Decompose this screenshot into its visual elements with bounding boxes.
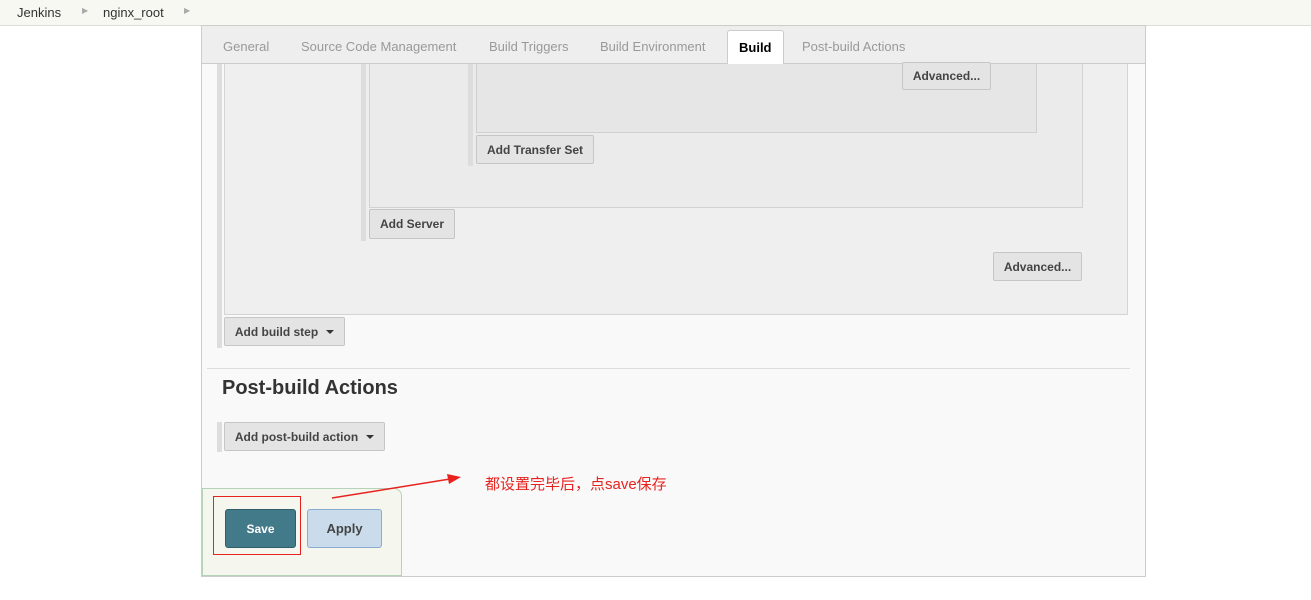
annotation-arrow bbox=[331, 474, 461, 499]
annotation-text: 都设置完毕后，点save保存 bbox=[485, 476, 667, 493]
